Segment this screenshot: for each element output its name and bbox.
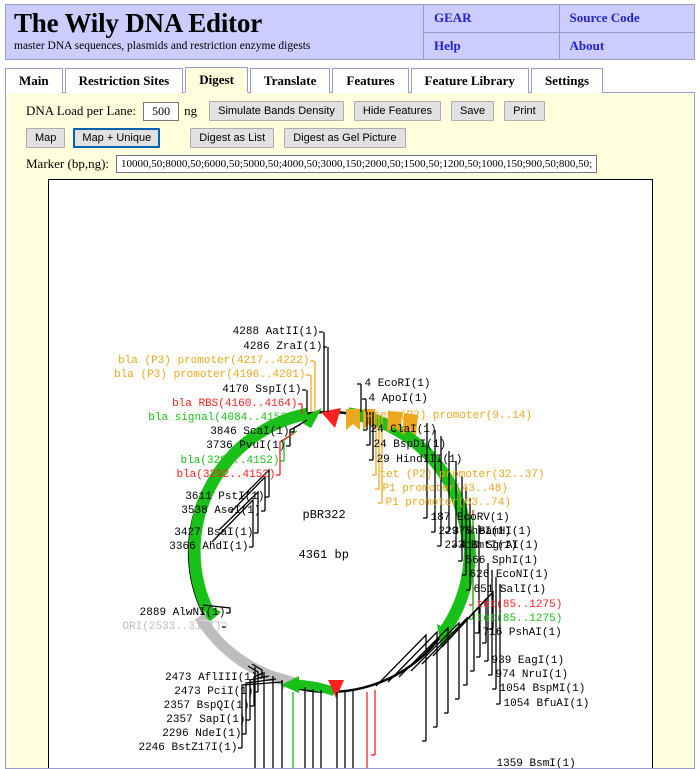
map-label-top-7[interactable]: P1 promoter(43..48) [383, 483, 508, 495]
map-label-right-13[interactable]: 1054 BspMI(1) [500, 683, 586, 695]
map-label-top-2[interactable]: tet (P2) promoter(9..14) [374, 410, 532, 422]
plasmid-name: pBR322 [303, 508, 346, 522]
map-label-left-5[interactable]: bla RBS(4160..4164) [172, 398, 297, 410]
app-header: The Wily DNA Editor master DNA sequences… [5, 4, 695, 60]
header-link-about[interactable]: About [559, 33, 695, 60]
plasmid-size: 4361 bp [299, 548, 349, 562]
map-label-right-7[interactable]: 651 SalI(1) [474, 584, 547, 596]
marker-label: Marker (bp,ng): [26, 156, 109, 172]
map-label-left-14[interactable]: 3366 AhdI(1) [169, 541, 248, 553]
tab-digest[interactable]: Digest [185, 67, 248, 93]
header-links-row-1: GEAR Source Code [424, 5, 694, 33]
map-label-top-0[interactable]: 4 EcoRI(1) [365, 378, 431, 390]
map-label-left-21[interactable]: 2296 NdeI(1) [162, 728, 241, 740]
map-label-top-4[interactable]: 24 BspDI(1) [374, 439, 447, 451]
map-label-top-1[interactable]: 4 ApoI(1) [369, 393, 428, 405]
header-links: GEAR Source Code Help About [424, 5, 694, 59]
map-label-left-4[interactable]: 4170 SspI(1) [222, 384, 301, 396]
marker-row: Marker (bp,ng): [6, 155, 694, 173]
header-link-help[interactable]: Help [424, 33, 559, 60]
leader-lines-right-lower [293, 592, 493, 769]
map-label-left-19[interactable]: 2357 BspQI(1) [164, 700, 250, 712]
app-title: The Wily DNA Editor [14, 9, 415, 37]
map-label-left-20[interactable]: 2357 SapI(1) [166, 714, 245, 726]
map-label-right-3[interactable]: 375 BamHI(1) [453, 526, 532, 538]
header-links-row-2: Help About [424, 33, 694, 60]
simulate-bands-density-button[interactable]: Simulate Bands Density [209, 101, 344, 121]
map-label-top-6[interactable]: tet (P2) promoter(32..37) [380, 469, 545, 481]
toolbar-row-2: Map Map + Unique Digest as List Digest a… [6, 128, 694, 148]
map-label-top-3[interactable]: 24 ClaI(1) [371, 424, 437, 436]
tab-feature-library[interactable]: Feature Library [411, 68, 529, 93]
map-label-left-6[interactable]: bla signal(4084..4152) [148, 412, 293, 424]
map-label-left-17[interactable]: 2473 AflIII(1) [165, 672, 257, 684]
dna-load-units: ng [184, 103, 197, 119]
map-label-right-6[interactable]: 626 EcoNI(1) [470, 569, 549, 581]
map-label-left-2[interactable]: bla (P3) promoter(4217..4222) [118, 355, 309, 367]
toolbar-row-1: DNA Load per Lane: ng Simulate Bands Den… [6, 101, 694, 121]
map-label-left-3[interactable]: bla (P3) promoter(4196..4201) [114, 369, 305, 381]
map-label-left-9[interactable]: bla(3292..4152) [180, 455, 279, 467]
tab-main[interactable]: Main [5, 68, 63, 93]
header-link-source-code[interactable]: Source Code [559, 5, 695, 32]
map-label-right-4[interactable]: 410 SgrAI(1) [460, 540, 539, 552]
map-label-right-9[interactable]: tet(85..1275) [477, 613, 563, 625]
map-label-left-18[interactable]: 2473 PciI(1) [174, 686, 253, 698]
promoter-block-1 [346, 409, 360, 430]
map-label-right-10[interactable]: 716 PshAI(1) [483, 627, 562, 639]
tab-translate[interactable]: Translate [250, 68, 330, 93]
plasmid-map-canvas[interactable]: pBR322 4361 bp 4 EcoRI(1) 4 ApoI(1) tet … [48, 179, 653, 769]
map-label-left-22[interactable]: 2246 BstZ17I(1) [138, 742, 237, 754]
save-button[interactable]: Save [451, 101, 494, 121]
tab-bar: Main Restriction Sites Digest Translate … [5, 66, 695, 93]
map-label-left-7[interactable]: 3846 ScaI(1) [210, 426, 289, 438]
map-label-right-15[interactable]: 1359 BsmI(1) [497, 758, 576, 769]
brand-block: The Wily DNA Editor master DNA sequences… [6, 5, 424, 59]
map-label-left-11[interactable]: 3611 PstI(1) [185, 491, 264, 503]
dna-load-label: DNA Load per Lane: [26, 103, 136, 119]
hide-features-button[interactable]: Hide Features [354, 101, 441, 121]
map-label-left-15[interactable]: 2889 AlwNI(1) [140, 607, 226, 619]
digest-panel: DNA Load per Lane: ng Simulate Bands Den… [5, 93, 695, 769]
dna-load-input[interactable] [143, 102, 179, 121]
tab-features[interactable]: Features [332, 68, 408, 93]
rop-gene-arc [293, 684, 335, 692]
map-label-left-1[interactable]: 4286 ZraI(1) [243, 341, 322, 353]
map-label-left-12[interactable]: 3538 AseI(1) [181, 505, 260, 517]
map-label-right-12[interactable]: 974 NruI(1) [496, 669, 569, 681]
print-button[interactable]: Print [504, 101, 545, 121]
tab-restriction-sites[interactable]: Restriction Sites [65, 68, 184, 93]
map-label-right-0[interactable]: 187 EcoRV(1) [431, 512, 510, 524]
digest-as-list-button[interactable]: Digest as List [190, 128, 274, 148]
map-label-left-0[interactable]: 4288 AatII(1) [233, 326, 319, 338]
map-label-left-16[interactable]: ORI(2533..3121) [122, 621, 221, 633]
map-label-right-8[interactable]: tet(85..1275) [477, 599, 563, 611]
app-subtitle: master DNA sequences, plasmids and restr… [14, 40, 415, 54]
digest-as-gel-picture-button[interactable]: Digest as Gel Picture [284, 128, 405, 148]
map-plus-unique-button[interactable]: Map + Unique [73, 128, 160, 148]
map-label-top-5[interactable]: 29 HindIII(1) [377, 454, 463, 466]
map-label-right-5[interactable]: 566 SphI(1) [466, 555, 539, 567]
map-button[interactable]: Map [26, 128, 65, 148]
map-label-right-14[interactable]: 1054 BfuAI(1) [504, 698, 590, 710]
map-label-left-13[interactable]: 3427 BsaI(1) [174, 527, 253, 539]
marker-input[interactable] [116, 155, 597, 173]
map-label-right-11[interactable]: 939 EagI(1) [492, 655, 565, 667]
tab-settings[interactable]: Settings [531, 68, 603, 93]
map-label-top-8[interactable]: P1 promoter(63..74) [386, 497, 511, 509]
map-label-left-8[interactable]: 3736 PvuI(1) [206, 440, 285, 452]
map-label-left-10[interactable]: bla(3292..4152) [176, 469, 275, 481]
header-link-gear[interactable]: GEAR [424, 5, 559, 32]
